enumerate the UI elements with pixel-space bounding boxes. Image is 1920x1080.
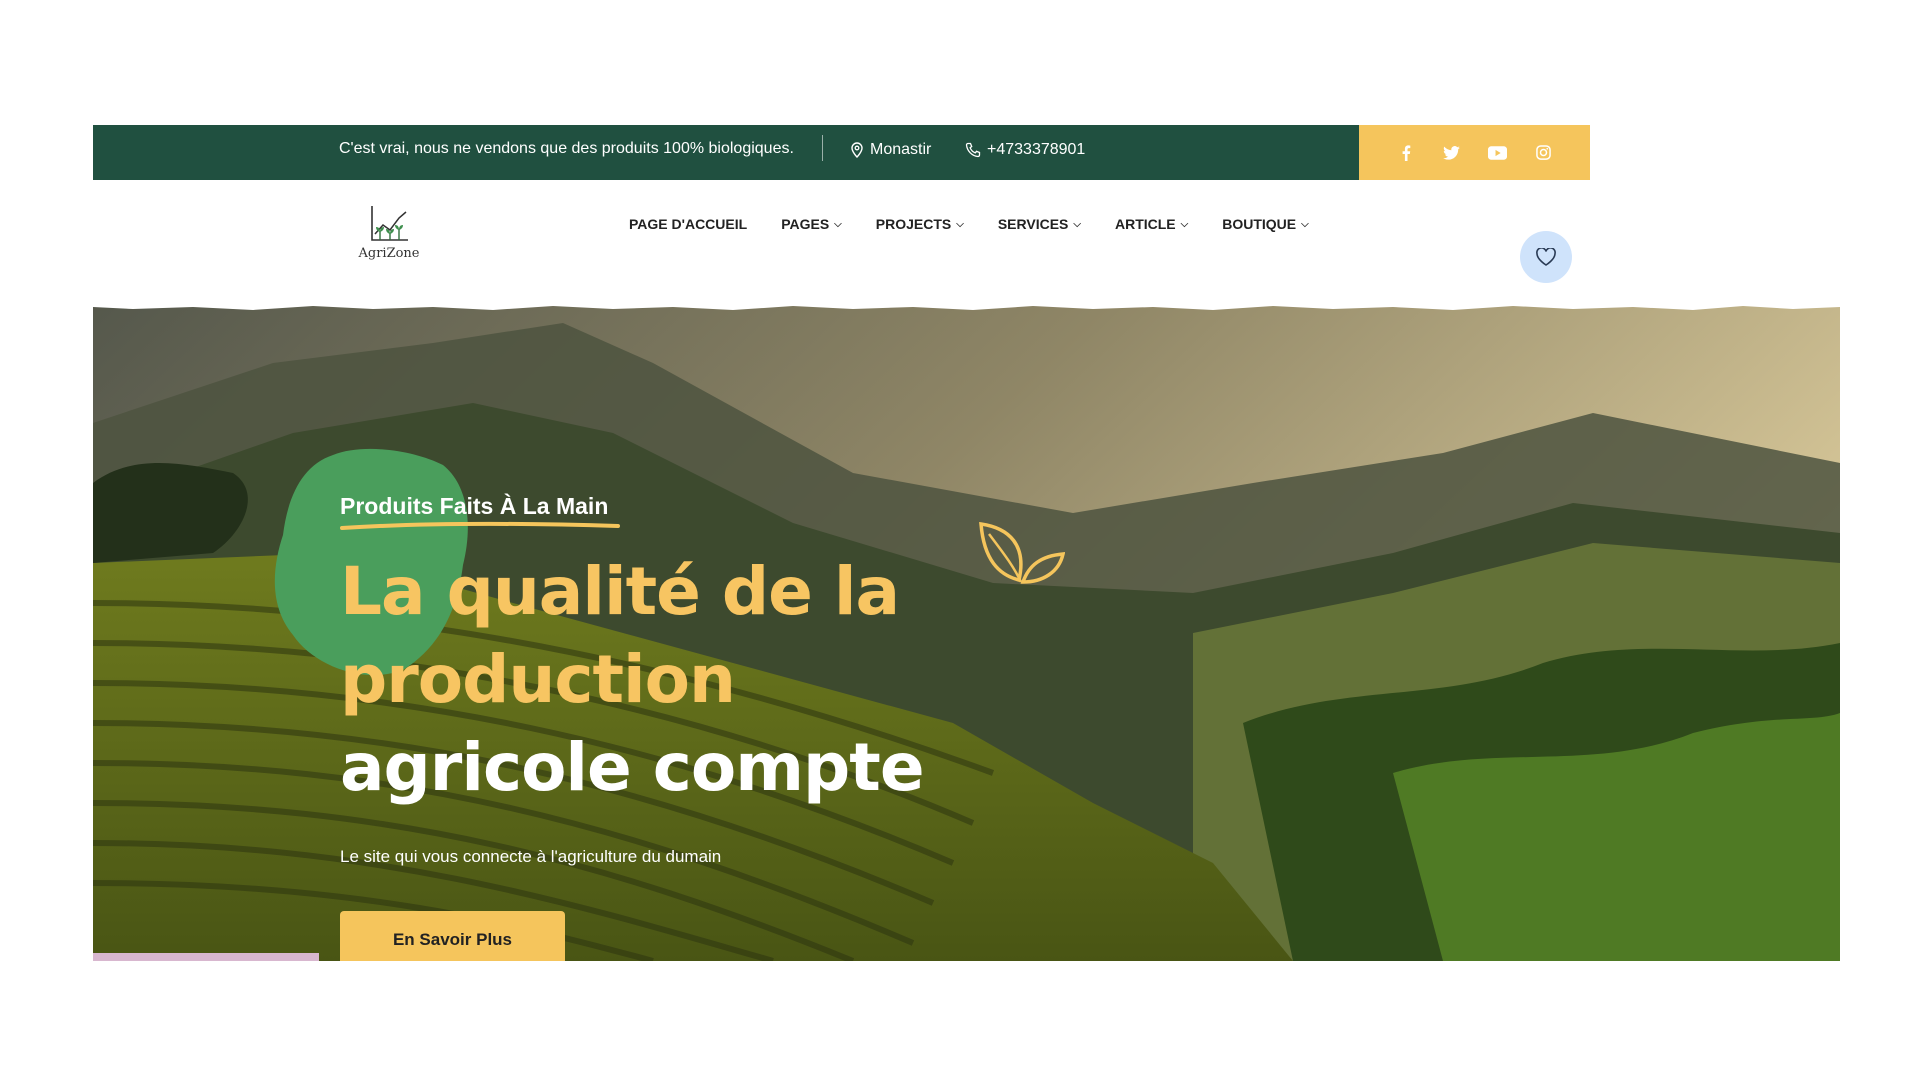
twitter-icon[interactable] — [1442, 143, 1462, 163]
chevron-down-icon: ⌵ — [834, 218, 842, 230]
leaf-icon — [979, 521, 1065, 584]
youtube-icon[interactable] — [1488, 143, 1508, 163]
site-logo[interactable]: AgriZone — [353, 202, 425, 274]
nav-item-projects[interactable]: PROJECTS ⌵ — [876, 216, 964, 232]
nav-item-article[interactable]: ARTICLE ⌵ — [1115, 216, 1188, 232]
headline-line-3: agricole compte — [340, 729, 925, 806]
hero-banner: Produits Faits À La Main La qualité de l… — [93, 303, 1840, 961]
hero-kicker: Produits Faits À La Main — [340, 493, 609, 519]
nav-item-label: BOUTIQUE — [1222, 216, 1297, 232]
nav-item-label: PROJECTS — [875, 216, 952, 232]
map-pin-icon — [851, 142, 863, 158]
hero-headline: La qualité de la production agricole com… — [340, 548, 925, 812]
social-links — [1359, 125, 1590, 180]
facebook-icon[interactable] — [1396, 143, 1416, 163]
cookie-strip — [93, 953, 319, 961]
headline-line-1: La qualité de la — [340, 553, 900, 630]
headline-line-2: production — [340, 641, 736, 718]
logo-chart-icon — [371, 206, 408, 241]
torn-paper-edge — [93, 303, 1840, 310]
hero-subtitle: Le site qui vous connecte à l'agricultur… — [340, 847, 722, 866]
nav-item-services[interactable]: SERVICES ⌵ — [998, 216, 1081, 232]
nav-item-boutique[interactable]: BOUTIQUE ⌵ — [1222, 216, 1308, 232]
top-bar: C'est vrai, nous ne vendons que des prod… — [93, 125, 1590, 180]
logo-text: AgriZone — [358, 246, 420, 261]
instagram-icon[interactable] — [1534, 143, 1554, 163]
nav-item-label: PAGE D'ACCUEIL — [629, 216, 748, 232]
learn-more-button[interactable]: En Savoir Plus — [340, 911, 565, 961]
top-bar-info: C'est vrai, nous ne vendons que des prod… — [93, 125, 1359, 180]
chevron-down-icon: ⌵ — [956, 218, 964, 230]
favorites-button[interactable] — [1520, 231, 1572, 283]
location: Monastir — [850, 125, 931, 175]
phone-icon — [965, 142, 981, 158]
chevron-down-icon: ⌵ — [1180, 218, 1189, 230]
divider — [822, 135, 823, 161]
nav-item-home[interactable]: PAGE D'ACCUEIL — [629, 216, 747, 232]
chevron-down-icon: ⌵ — [1301, 218, 1309, 230]
chevron-down-icon: ⌵ — [1073, 218, 1081, 230]
kicker-underline — [340, 521, 620, 530]
nav-item-pages[interactable]: PAGES ⌵ — [781, 216, 842, 232]
phone-text: +4733378901 — [987, 141, 1086, 158]
nav-item-label: SERVICES — [997, 216, 1069, 232]
nav-item-label: ARTICLE — [1114, 216, 1176, 232]
nav-menu: PAGE D'ACCUEIL PAGES ⌵ PROJECTS ⌵ SERVIC… — [629, 216, 1309, 232]
phone[interactable]: +4733378901 — [965, 125, 1085, 175]
main-nav: AgriZone PAGE D'ACCUEIL PAGES ⌵ PROJECTS… — [93, 180, 1590, 300]
nav-item-label: PAGES — [781, 216, 830, 232]
location-text: Monastir — [870, 141, 932, 158]
heart-icon — [1536, 248, 1556, 266]
tagline: C'est vrai, nous ne vendons que des prod… — [339, 140, 794, 157]
